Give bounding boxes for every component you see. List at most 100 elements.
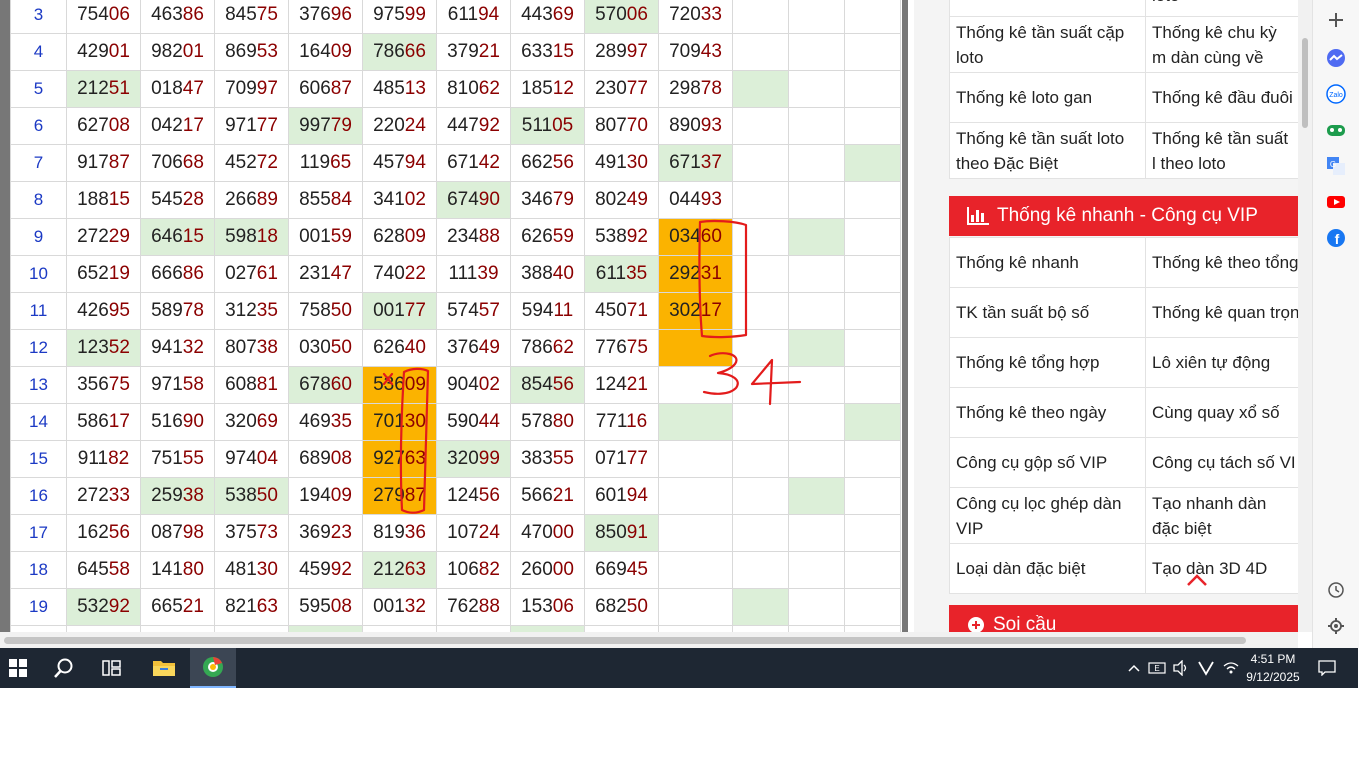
table-row: 5 21251 01847 70997 60687 48513 81062 18512 2307… (10, 70, 901, 108)
stats-link-loto-gan[interactable]: Thống kê loto gan (949, 72, 1146, 123)
result-prefix-digits: 383 (521, 448, 553, 469)
horizontal-scrollbar-thumb[interactable] (4, 637, 1246, 644)
result-cell: 26689 (214, 181, 289, 219)
result-prefix-digits: 904 (447, 374, 479, 395)
result-last-two-digits: 09 (330, 41, 352, 62)
pane-border-right (902, 0, 908, 632)
result-cell: 37696 (288, 0, 363, 34)
result-prefix-digits: 298 (669, 78, 701, 99)
quick-link-theo-tong[interactable]: Thống kê theo tổng (1145, 237, 1298, 288)
result-cell: 98201 (140, 33, 215, 71)
quick-link-quay-xo-so[interactable]: Cùng quay xổ số (1145, 387, 1298, 438)
result-prefix-digits: 971 (151, 374, 183, 395)
result-last-two-digits: 32 (182, 337, 204, 358)
quick-link-tong-hop[interactable]: Thống kê tổng hợp (949, 337, 1146, 388)
row-index: 19 (10, 588, 67, 626)
clock-date[interactable]: 9/12/2025 (1244, 670, 1302, 684)
messenger-icon[interactable] (1326, 48, 1346, 68)
result-last-two-digits: 35 (256, 300, 278, 321)
result-cell: 16256 (66, 514, 141, 552)
result-last-two-digits: 22 (404, 263, 426, 284)
soi-cau-header[interactable]: Soi cầu (949, 605, 1298, 632)
table-row: 19 53292 66521 82163 59508 00132 76288 15306 682… (10, 588, 901, 626)
horizontal-scrollbar[interactable] (0, 632, 1298, 648)
result-last-two-digits: 58 (182, 374, 204, 395)
stats-link-cap-loto[interactable]: Thống kê tần suất cặp loto (949, 16, 1146, 73)
result-cell: 77675 (584, 329, 659, 367)
browser-app-icon[interactable] (190, 648, 236, 688)
result-cell: 37921 (436, 33, 511, 71)
result-last-two-digits: 39 (477, 263, 499, 284)
history-icon[interactable] (1326, 580, 1346, 600)
empty-cell (844, 255, 901, 293)
bar-chart-icon (967, 207, 989, 225)
youtube-icon[interactable] (1326, 192, 1346, 212)
result-last-two-digits: 37 (700, 152, 722, 173)
result-prefix-digits: 586 (77, 411, 109, 432)
vertical-scrollbar[interactable] (1298, 0, 1312, 632)
result-cell (658, 477, 733, 515)
result-last-two-digits: 12 (552, 78, 574, 99)
result-last-two-digits: 09 (404, 374, 426, 395)
translate-icon[interactable]: G (1326, 156, 1346, 176)
clock-time[interactable]: 4:51 PM (1244, 652, 1302, 666)
quick-link-tach-so[interactable]: Công cụ tách số VI (1145, 437, 1298, 488)
result-cell: 46386 (140, 0, 215, 34)
result-last-two-digits: 87 (330, 78, 352, 99)
task-view-icon[interactable] (92, 648, 132, 688)
zalo-icon[interactable]: Zalo (1326, 84, 1346, 104)
scroll-to-top-icon[interactable] (1186, 572, 1208, 588)
table-row: 16 27233 25938 53850 19409 27987 12456 56621 601… (10, 477, 901, 515)
settings-icon[interactable] (1326, 616, 1346, 636)
empty-cell (732, 0, 789, 34)
result-prefix-digits: 590 (447, 411, 479, 432)
result-cell: 31235 (214, 292, 289, 330)
search-icon[interactable] (44, 648, 84, 688)
result-cell: 29878 (658, 70, 733, 108)
stats-link-dau-duoi[interactable]: Thống kê đầu đuôi (1145, 72, 1298, 123)
start-icon[interactable] (0, 648, 36, 688)
empty-cell (732, 144, 789, 182)
result-prefix-digits: 469 (299, 411, 331, 432)
quick-link-tan-suat-bo-so[interactable]: TK tần suất bộ số (949, 287, 1146, 338)
result-last-two-digits: 38 (182, 485, 204, 506)
empty-cell (732, 440, 789, 478)
wifi-icon[interactable] (1220, 648, 1242, 688)
vertical-scrollbar-thumb[interactable] (1302, 38, 1308, 128)
result-prefix-digits: 720 (669, 4, 701, 25)
result-last-two-digits: 29 (108, 226, 130, 247)
stats-link-partial-left[interactable] (949, 0, 1146, 17)
quick-link-dan-3d-4d[interactable]: Tạo dàn 3D 4D (1145, 543, 1298, 594)
stats-link-chu-ky[interactable]: Thống kê chu kỳ m dàn cùng về (1145, 16, 1298, 73)
add-icon[interactable] (1326, 10, 1346, 30)
result-cell: 08798 (140, 514, 215, 552)
stats-link-tan-suat-loto[interactable]: Thống kê tần suất l theo loto (1145, 122, 1298, 179)
table-row: 10 65219 66686 02761 23147 74022 11139 38840 611… (10, 255, 901, 293)
games-icon[interactable] (1326, 120, 1346, 140)
notification-icon[interactable] (1314, 648, 1340, 688)
result-last-two-digits: 52 (108, 337, 130, 358)
quick-link-lo-xien[interactable]: Lô xiên tự động (1145, 337, 1298, 388)
result-last-two-digits: 55 (182, 448, 204, 469)
quick-link-thong-ke-nhanh[interactable]: Thống kê nhanh (949, 237, 1146, 288)
result-prefix-digits: 220 (373, 115, 405, 136)
quick-link-quan-trong[interactable]: Thống kê quan trọn (1145, 287, 1298, 338)
file-explorer-icon[interactable] (142, 648, 186, 688)
quick-link-dan-dac-biet[interactable]: Tạo nhanh dàn đặc biệt (1145, 487, 1298, 544)
result-cell: 76288 (436, 588, 511, 626)
result-prefix-digits: 845 (225, 4, 257, 25)
quick-link-theo-ngay[interactable]: Thống kê theo ngày (949, 387, 1146, 438)
chevron-up-icon[interactable] (1124, 648, 1144, 688)
result-last-two-digits: 90 (182, 411, 204, 432)
result-cell: 58617 (66, 403, 141, 441)
stats-link-tan-suat-dac-biet[interactable]: Thống kê tần suất loto theo Đặc Biệt (949, 122, 1146, 179)
quick-link-loai-dan[interactable]: Loại dàn đặc biệt (949, 543, 1146, 594)
input-method-icon[interactable]: E (1146, 648, 1168, 688)
volume-icon[interactable] (1170, 648, 1192, 688)
quick-link-gop-so[interactable]: Công cụ gộp số VIP (949, 437, 1146, 488)
quick-link-loc-ghep-dan[interactable]: Công cụ lọc ghép dàn VIP (949, 487, 1146, 544)
result-prefix-digits: 706 (151, 152, 183, 173)
unikey-icon[interactable] (1194, 648, 1218, 688)
facebook-icon[interactable]: f (1326, 228, 1346, 248)
stats-link-partial-right[interactable]: loto (1145, 0, 1298, 17)
